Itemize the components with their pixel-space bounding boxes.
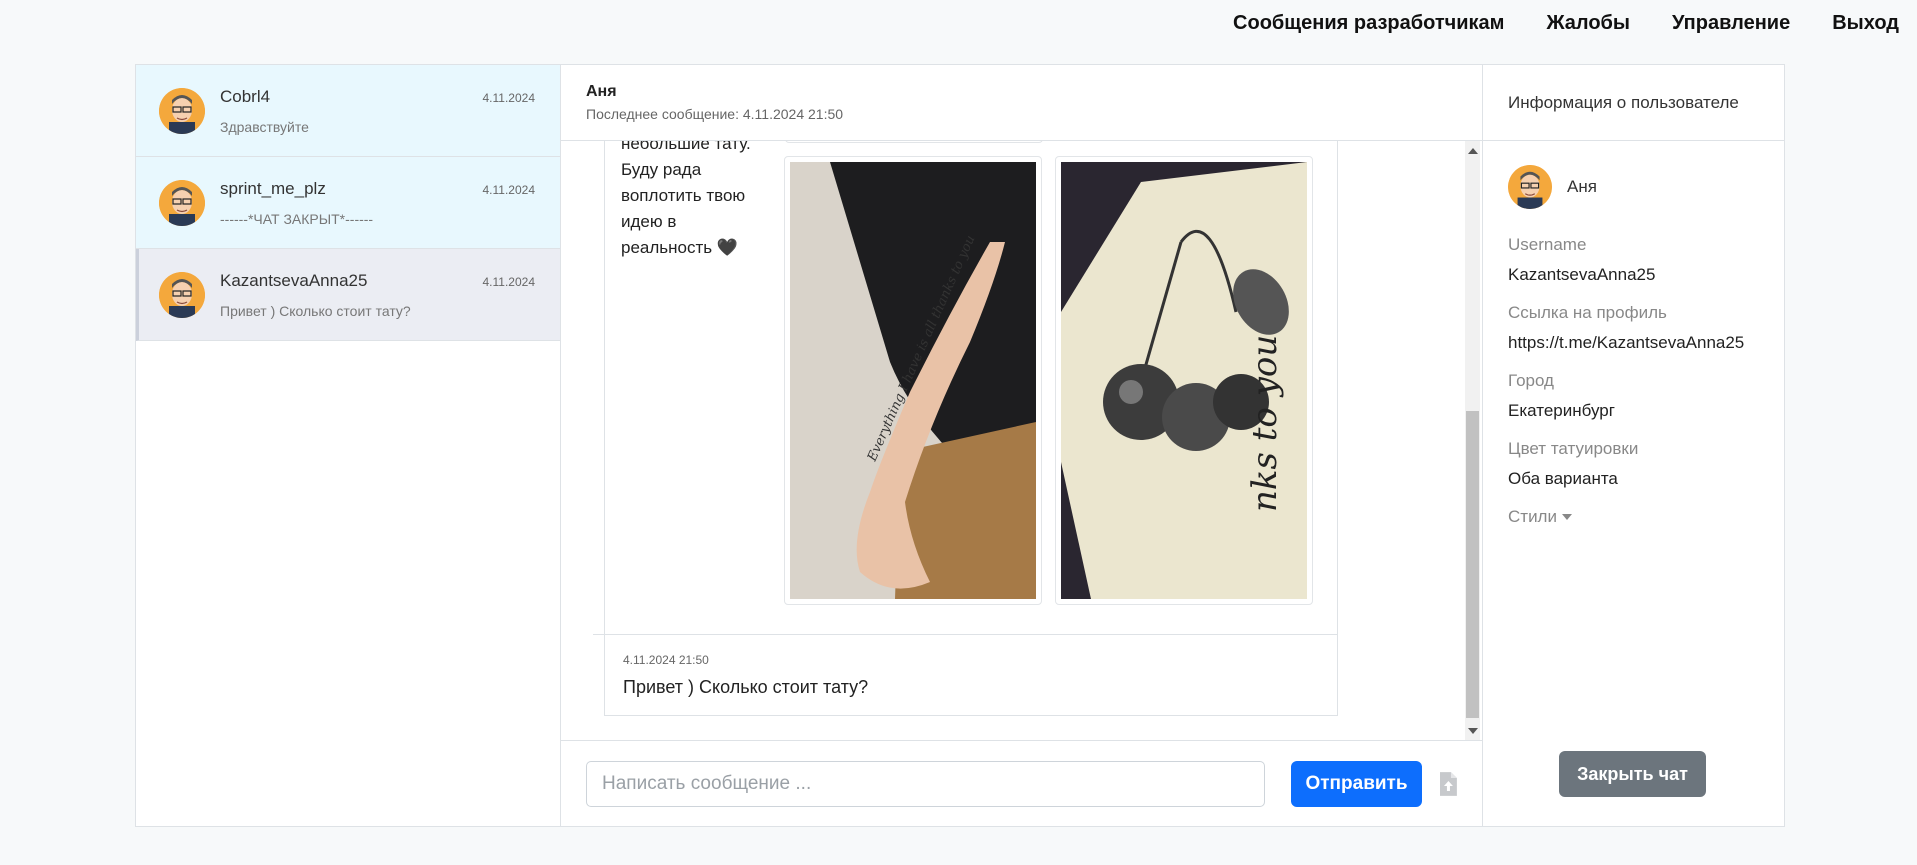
chat-item-sprint-me-plz[interactable]: sprint_me_plz ------*ЧАТ ЗАКРЫТ*------ 4…	[136, 157, 560, 249]
chat-last-message: Здравствуйте	[220, 118, 309, 135]
avatar	[159, 87, 205, 134]
message-composer: Отправить	[561, 741, 1482, 826]
chat-list: Cobrl4 Здравствуйте 4.11.2024 sprint_me_…	[136, 65, 561, 826]
nav-dev-messages[interactable]: Сообщения разработчикам	[1233, 12, 1504, 35]
scrollbar[interactable]	[1465, 141, 1480, 740]
scroll-up-arrow-icon[interactable]	[1468, 148, 1478, 154]
close-chat-button[interactable]: Закрыть чат	[1559, 751, 1706, 797]
message-line: воплотить твою	[621, 186, 746, 205]
top-nav: Сообщения разработчикам Жалобы Управлени…	[1233, 0, 1917, 46]
scroll-down-arrow-icon[interactable]	[1468, 728, 1478, 734]
svg-text:nks to you: nks to you	[1245, 335, 1285, 512]
chat-last-message: Привет ) Сколько стоит тату?	[220, 302, 411, 319]
message-bubble: небольшие тату. Буду рада воплотить твою…	[604, 141, 1338, 656]
message-line: реальность 🖤	[621, 238, 739, 257]
nav-complaints[interactable]: Жалобы	[1546, 12, 1630, 35]
message-input[interactable]	[586, 760, 1265, 807]
file-upload-icon[interactable]	[1440, 771, 1457, 796]
user-fields: Username KazantsevaAnna25 Ссылка на проф…	[1483, 209, 1784, 527]
attachment-photo-cherry-sketch[interactable]: nks to you	[1055, 156, 1313, 605]
message-line: идею в	[621, 212, 677, 231]
field-label-profile-link: Ссылка на профиль	[1508, 303, 1667, 322]
field-value-username: KazantsevaAnna25	[1508, 265, 1656, 284]
message-time: 4.11.2024 21:50	[623, 653, 709, 667]
message-bubble: 4.11.2024 21:50 Привет ) Сколько стоит т…	[593, 634, 1338, 716]
message-area[interactable]: небольшие тату. Буду рада воплотить твою…	[561, 141, 1482, 741]
field-value-tattoo-color: Оба варианта	[1508, 469, 1618, 488]
nav-logout[interactable]: Выход	[1832, 12, 1899, 35]
field-value-city: Екатеринбург	[1508, 401, 1615, 420]
avatar	[159, 271, 205, 318]
field-label-tattoo-color: Цвет татуировки	[1508, 439, 1639, 458]
message-text: небольшие тату. Буду рада воплотить твою…	[621, 141, 751, 261]
conversation-header: Аня Последнее сообщение: 4.11.2024 21:50	[561, 65, 1482, 141]
field-label-city: Город	[1508, 371, 1554, 390]
conversation-subtitle: Последнее сообщение: 4.11.2024 21:50	[586, 106, 844, 122]
field-label-username: Username	[1508, 235, 1587, 254]
avatar	[1508, 165, 1552, 209]
user-summary: Аня	[1483, 141, 1784, 209]
message-text: Привет ) Сколько стоит тату?	[623, 677, 869, 697]
user-info-panel: Информация о пользователе Аня Username K…	[1483, 65, 1784, 826]
chat-last-message: ------*ЧАТ ЗАКРЫТ*------	[220, 210, 374, 227]
caret-down-icon	[1561, 514, 1572, 520]
nav-management[interactable]: Управление	[1672, 12, 1790, 35]
field-value-profile-link[interactable]: https://t.me/KazantsevaAnna25	[1508, 333, 1759, 353]
attachment-photo-arm-tattoo[interactable]: Everything I have is all thanks to you	[784, 156, 1042, 605]
avatar	[159, 179, 205, 226]
conversation-title: Аня	[586, 83, 617, 100]
scroll-thumb[interactable]	[1466, 411, 1479, 718]
styles-label: Стили	[1508, 507, 1557, 526]
chat-item-kazantsevaanna25[interactable]: KazantsevaAnna25 Привет ) Сколько стоит …	[136, 249, 560, 341]
send-button[interactable]: Отправить	[1290, 760, 1423, 807]
chat-panel: Cobrl4 Здравствуйте 4.11.2024 sprint_me_…	[135, 64, 1785, 827]
chat-date: 4.11.2024	[482, 275, 536, 289]
user-info-header: Информация о пользователе	[1483, 65, 1784, 141]
styles-toggle[interactable]: Стили	[1508, 507, 1759, 527]
user-name: Аня	[1567, 177, 1597, 196]
chat-item-cobrl4[interactable]: Cobrl4 Здравствуйте 4.11.2024	[136, 65, 560, 157]
message-line: Буду рада	[621, 160, 702, 179]
message-line: небольшие тату.	[621, 141, 751, 153]
chat-date: 4.11.2024	[482, 183, 536, 197]
attachment-frame-previous	[785, 141, 1043, 143]
conversation: Аня Последнее сообщение: 4.11.2024 21:50…	[561, 65, 1483, 826]
chat-date: 4.11.2024	[482, 91, 536, 105]
